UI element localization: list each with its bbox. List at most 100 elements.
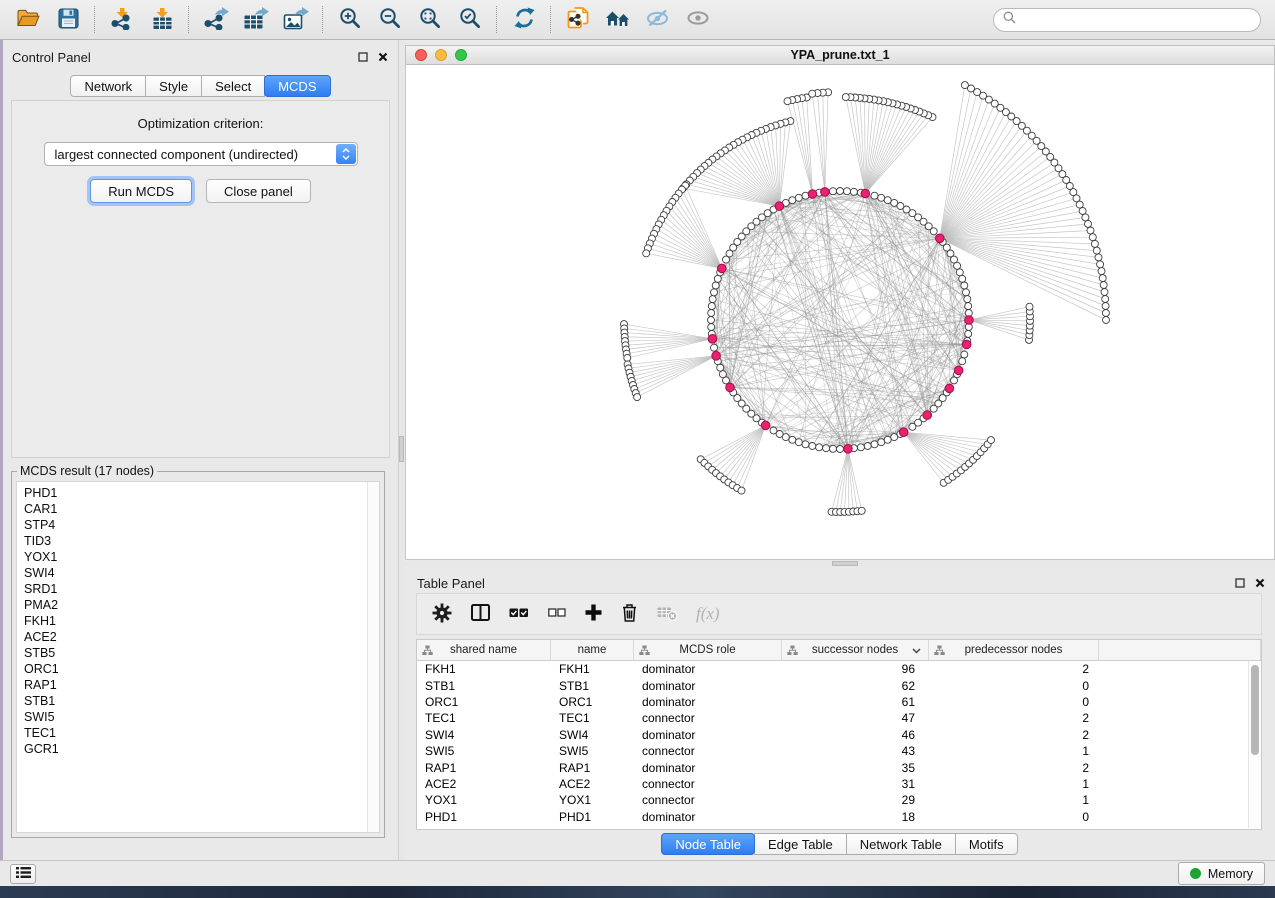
network-node[interactable] xyxy=(712,282,719,289)
network-node[interactable] xyxy=(850,188,857,195)
network-node[interactable] xyxy=(795,194,802,201)
save-session-button[interactable] xyxy=(48,3,88,37)
mcds-result-item[interactable]: ORC1 xyxy=(24,661,379,677)
table-row[interactable]: YOX1YOX1connector291 xyxy=(417,792,1261,808)
network-node[interactable] xyxy=(830,188,837,195)
network-node[interactable] xyxy=(878,194,885,201)
network-node[interactable] xyxy=(708,324,715,331)
show-all-button[interactable] xyxy=(678,3,718,37)
network-node[interactable] xyxy=(1097,261,1104,268)
network-node[interactable] xyxy=(988,437,995,444)
network-node[interactable] xyxy=(956,269,963,276)
add-column-button[interactable] xyxy=(585,601,602,627)
zoom-selected-button[interactable] xyxy=(450,3,490,37)
mcds-result-item[interactable]: STP4 xyxy=(24,517,379,533)
network-node[interactable] xyxy=(738,487,745,494)
network-node[interactable] xyxy=(930,228,937,235)
criterion-dropdown[interactable]: largest connected component (undirected) xyxy=(44,142,358,166)
network-node[interactable] xyxy=(954,262,961,269)
network-node[interactable] xyxy=(1089,234,1096,241)
network-node[interactable] xyxy=(624,354,631,361)
open-file-button[interactable] xyxy=(8,3,48,37)
network-node[interactable] xyxy=(837,188,844,195)
network-node[interactable] xyxy=(809,90,816,97)
network-node[interactable] xyxy=(1102,310,1109,317)
table-settings-button[interactable] xyxy=(432,601,452,627)
network-node[interactable] xyxy=(951,377,958,384)
column-header-name[interactable]: name xyxy=(551,640,634,660)
network-node[interactable] xyxy=(643,250,650,257)
mcds-result-item[interactable]: RAP1 xyxy=(24,677,379,693)
mcds-result-item[interactable]: SRD1 xyxy=(24,581,379,597)
table-scrollbar[interactable] xyxy=(1248,661,1261,828)
mcds-node[interactable] xyxy=(718,264,727,273)
tab-style[interactable]: Style xyxy=(145,75,202,97)
network-node[interactable] xyxy=(871,441,878,448)
network-node[interactable] xyxy=(1102,303,1109,310)
scrollbar-thumb[interactable] xyxy=(1251,665,1259,755)
mcds-result-item[interactable]: TEC1 xyxy=(24,725,379,741)
mcds-node[interactable] xyxy=(954,366,963,375)
table-row[interactable]: ORC1ORC1dominator610 xyxy=(417,694,1261,710)
clone-network-button[interactable] xyxy=(558,3,598,37)
mcds-result-item[interactable]: YOX1 xyxy=(24,549,379,565)
column-header-MCDS-role[interactable]: MCDS role xyxy=(634,640,782,660)
network-node[interactable] xyxy=(1102,296,1109,303)
memory-button[interactable]: Memory xyxy=(1178,862,1265,885)
network-node[interactable] xyxy=(1100,282,1107,289)
network-node[interactable] xyxy=(1093,247,1100,254)
network-node[interactable] xyxy=(864,443,871,450)
mcds-result-item[interactable]: TID3 xyxy=(24,533,379,549)
mcds-result-item[interactable]: ACE2 xyxy=(24,629,379,645)
mcds-node[interactable] xyxy=(808,190,817,199)
tab-motifs[interactable]: Motifs xyxy=(955,833,1018,855)
delete-table-button[interactable] xyxy=(657,601,677,627)
mcds-node[interactable] xyxy=(712,352,721,361)
network-node[interactable] xyxy=(961,351,968,358)
network-node[interactable] xyxy=(909,423,916,430)
network-node[interactable] xyxy=(1079,208,1086,215)
network-node[interactable] xyxy=(1026,303,1033,310)
network-node[interactable] xyxy=(789,197,796,204)
close-panel-icon-button[interactable] xyxy=(1254,577,1266,589)
task-history-button[interactable] xyxy=(10,864,36,884)
network-node[interactable] xyxy=(809,443,816,450)
import-network-button[interactable] xyxy=(102,3,142,37)
mcds-node[interactable] xyxy=(965,316,974,325)
search-input[interactable] xyxy=(1022,12,1251,28)
delete-column-button[interactable] xyxy=(621,601,638,627)
network-node[interactable] xyxy=(930,405,937,412)
network-node[interactable] xyxy=(878,439,885,446)
network-canvas[interactable] xyxy=(405,65,1275,560)
mcds-node[interactable] xyxy=(945,384,954,393)
network-node[interactable] xyxy=(837,446,844,453)
column-header-shared-name[interactable]: shared name xyxy=(417,640,551,660)
network-node[interactable] xyxy=(709,296,716,303)
table-row[interactable]: SWI5SWI5connector431 xyxy=(417,743,1261,759)
mcds-node[interactable] xyxy=(861,189,870,198)
column-header-predecessor-nodes[interactable]: predecessor nodes xyxy=(929,640,1099,660)
mcds-node[interactable] xyxy=(775,202,784,211)
hide-selected-button[interactable] xyxy=(638,3,678,37)
refresh-view-button[interactable] xyxy=(504,3,544,37)
tab-node-table[interactable]: Node Table xyxy=(661,833,755,855)
network-node[interactable] xyxy=(884,436,891,443)
mcds-result-item[interactable]: GCR1 xyxy=(24,741,379,757)
network-node[interactable] xyxy=(795,439,802,446)
network-node[interactable] xyxy=(1099,275,1106,282)
mcds-node[interactable] xyxy=(962,340,971,349)
table-row[interactable]: RAP1RAP1dominator352 xyxy=(417,759,1261,775)
tab-edge-table[interactable]: Edge Table xyxy=(754,833,847,855)
mcds-node[interactable] xyxy=(923,411,932,420)
mcds-result-item[interactable]: FKH1 xyxy=(24,613,379,629)
network-node[interactable] xyxy=(1085,220,1092,227)
network-node[interactable] xyxy=(871,192,878,199)
network-node[interactable] xyxy=(830,445,837,452)
network-node[interactable] xyxy=(961,282,968,289)
network-node[interactable] xyxy=(784,98,791,105)
mcds-result-item[interactable]: STB1 xyxy=(24,693,379,709)
network-node[interactable] xyxy=(719,371,726,378)
network-node[interactable] xyxy=(965,330,972,337)
tab-select[interactable]: Select xyxy=(201,75,265,97)
network-node[interactable] xyxy=(964,296,971,303)
